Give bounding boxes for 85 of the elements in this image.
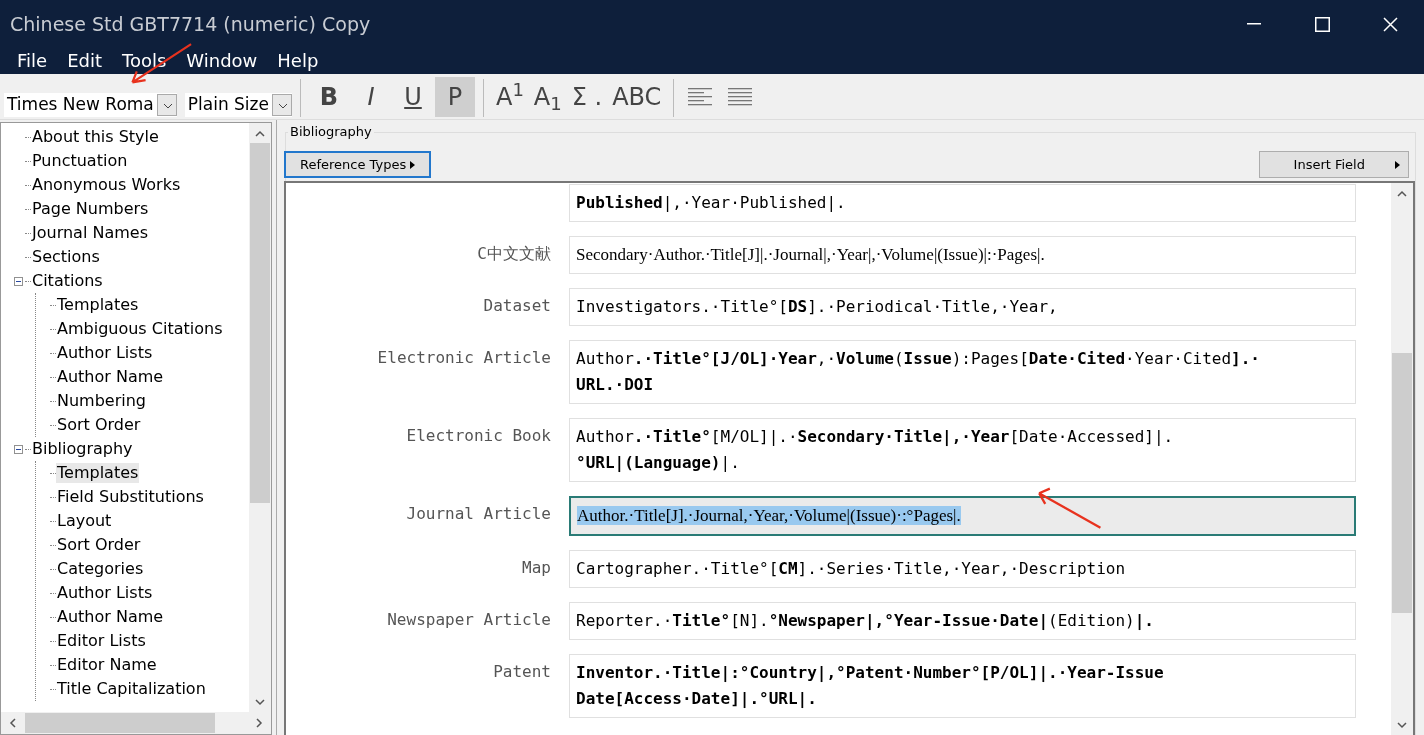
template-field[interactable]: Published|,·Year·Published|. [569, 184, 1356, 222]
collapse-icon[interactable] [13, 444, 23, 454]
template-text: Inventor.·Title|:°Country|,°Patent·Number°[P/OL]|.·Year-Issue [576, 663, 1164, 682]
script-button[interactable]: A$^{1}$ [492, 77, 528, 117]
tree-item[interactable]: Author Lists [56, 583, 154, 603]
maximize-icon [1314, 16, 1330, 32]
menu-item[interactable]: Edit [58, 49, 111, 73]
tree-item[interactable]: Templates [56, 463, 140, 483]
justify-icon[interactable] [728, 88, 753, 106]
size-dropdown[interactable]: Plain Size [184, 93, 292, 117]
menu-item[interactable]: Tools [113, 49, 176, 73]
tree-item[interactable]: Author Name [56, 607, 165, 627]
close-icon [1382, 16, 1398, 32]
tree-item[interactable]: About this Style [31, 127, 160, 147]
template-field[interactable]: Author.·Title°[M/OL]|.·Secondary·Title|,·Year[Date·Accessed]|. °URL|(Language)|. [569, 418, 1356, 482]
reference-type-label: Journal Article [406, 504, 551, 523]
reference-type-label: Electronic Article [377, 348, 551, 367]
tree-item[interactable]: Author Name [56, 367, 165, 387]
tree-item[interactable]: Templates [56, 295, 140, 315]
template-field[interactable]: Author.·Title[J].·Journal,·Year,·Volume|(Issue)·:°Pages|. [569, 496, 1356, 536]
template-text: Cartographer.·Title°[CM].·Series·Title,·Year,·Description [576, 559, 1126, 578]
tree-item[interactable]: Anonymous Works [31, 175, 182, 195]
template-field[interactable]: Author.·Title°[J/OL]·Year,·Volume(Issue):Pages[Date·Cited·Year·Cited].· URL.·DOI [569, 340, 1356, 404]
tree-item[interactable]: Citations [31, 271, 104, 291]
template-field[interactable]: Reporter.·Title°[N].°Newspaper|,°Year-Issue·Date|(Edition)|. [569, 602, 1356, 640]
tree-item[interactable]: Journal Names [31, 223, 149, 243]
template-text: Author.·Title[J].·Journal,·Year,·Volume|(Issue)·:°Pages|. [577, 506, 961, 525]
minimize-icon [1247, 23, 1261, 25]
template-field[interactable]: Secondary·Author.·Title[J]|.·Journal|,·Year|,·Volume|(Issue)|:·Pages|. [569, 236, 1356, 274]
caret-icon [410, 160, 416, 169]
format-button[interactable]: B [309, 77, 349, 117]
tree-item[interactable]: Sort Order [56, 535, 142, 555]
reference-type-label: Map [522, 558, 551, 577]
template-text: Author.·Title°[J/OL]·Year,·Volume(Issue):Pages[Date·Cited·Year·Cited].· [576, 349, 1260, 368]
template-field[interactable]: Investigators.·Title°[DS].·Periodical·Title,·Year, [569, 288, 1356, 326]
reference-type-label: Electronic Book [406, 426, 551, 445]
tree-item[interactable]: Author Lists [56, 343, 154, 363]
tree-item[interactable]: Field Substitutions [56, 487, 205, 507]
scrollbar[interactable] [1391, 183, 1413, 735]
format-button[interactable]: I [351, 77, 391, 117]
tree-item[interactable]: Sort Order [56, 415, 142, 435]
scrollbar[interactable] [249, 123, 271, 712]
script-button[interactable]: A$_{1}$ [529, 77, 566, 117]
template-field[interactable]: Inventor.·Title|:°Country|,°Patent·Number°[P/OL]|.·Year-Issue Date[Access·Date]|.°URL|. [569, 654, 1356, 718]
format-button[interactable]: U [393, 77, 433, 117]
menu-item[interactable]: Window [177, 49, 267, 73]
dropdown-icon [156, 94, 177, 116]
font-dropdown[interactable]: Times New Roma [4, 93, 177, 117]
dropdown-icon [272, 94, 292, 116]
template-text: Published|,·Year·Published|. [576, 193, 846, 212]
template-text: °URL|(Language)|. [576, 453, 740, 472]
template-text: Investigators.·Title°[DS].·Periodical·Title,·Year, [576, 297, 1058, 316]
caret-icon [1395, 160, 1400, 169]
format-button[interactable]: P [435, 77, 475, 117]
menu-item[interactable]: Help [268, 49, 328, 73]
reference-type-label: Dataset [483, 296, 551, 315]
template-text: Date[Access·Date]|.°URL|. [576, 689, 817, 708]
reference-types-button[interactable]: Reference Types [284, 151, 432, 178]
tree-item[interactable]: Punctuation [31, 151, 129, 171]
tree-item[interactable]: Editor Name [56, 655, 158, 675]
template-text: Reporter.·Title°[N].°Newspaper|,°Year-Issue·Date|(Edition)|. [576, 611, 1154, 630]
tree-item[interactable]: Numbering [56, 391, 147, 411]
tree-item[interactable]: Editor Lists [56, 631, 147, 651]
horizontal-scrollbar[interactable] [1, 712, 271, 734]
template-text: Author.·Title°[M/OL]|.·Secondary·Title|,·Year[Date·Accessed]|. [576, 427, 1174, 446]
tree-item[interactable]: Ambiguous Citations [56, 319, 224, 339]
tree-item[interactable]: Sections [31, 247, 101, 267]
insert-field-button[interactable]: Insert Field [1258, 151, 1409, 178]
align-left-icon[interactable] [688, 88, 713, 106]
tree-item[interactable]: Layout [56, 511, 113, 531]
menu-item[interactable]: File [8, 49, 57, 73]
tree-item[interactable]: Page Numbers [31, 199, 150, 219]
tree-item[interactable]: Title Capitalization [56, 679, 207, 699]
tree-item[interactable]: Bibliography [31, 439, 134, 459]
template-text: Secondary·Author.·Title[J]|.·Journal|,·Year|,·Volume|(Issue)|:·Pages|. [576, 245, 1045, 264]
script-button[interactable]: ABC [608, 77, 666, 117]
template-text: URL.·DOI [576, 375, 654, 394]
template-field[interactable]: Cartographer.·Title°[CM].·Series·Title,·Year,·Description [569, 550, 1356, 588]
reference-type-label: C中文文献 [477, 244, 551, 263]
tree-item[interactable]: Categories [56, 559, 145, 579]
reference-type-label: Newspaper Article [387, 610, 551, 629]
collapse-icon[interactable] [13, 276, 23, 286]
reference-type-label: Patent [493, 662, 551, 681]
script-button[interactable]: Σ . [567, 77, 607, 117]
window-title: Chinese Std GBT7714 (numeric) Copy [10, 11, 371, 37]
